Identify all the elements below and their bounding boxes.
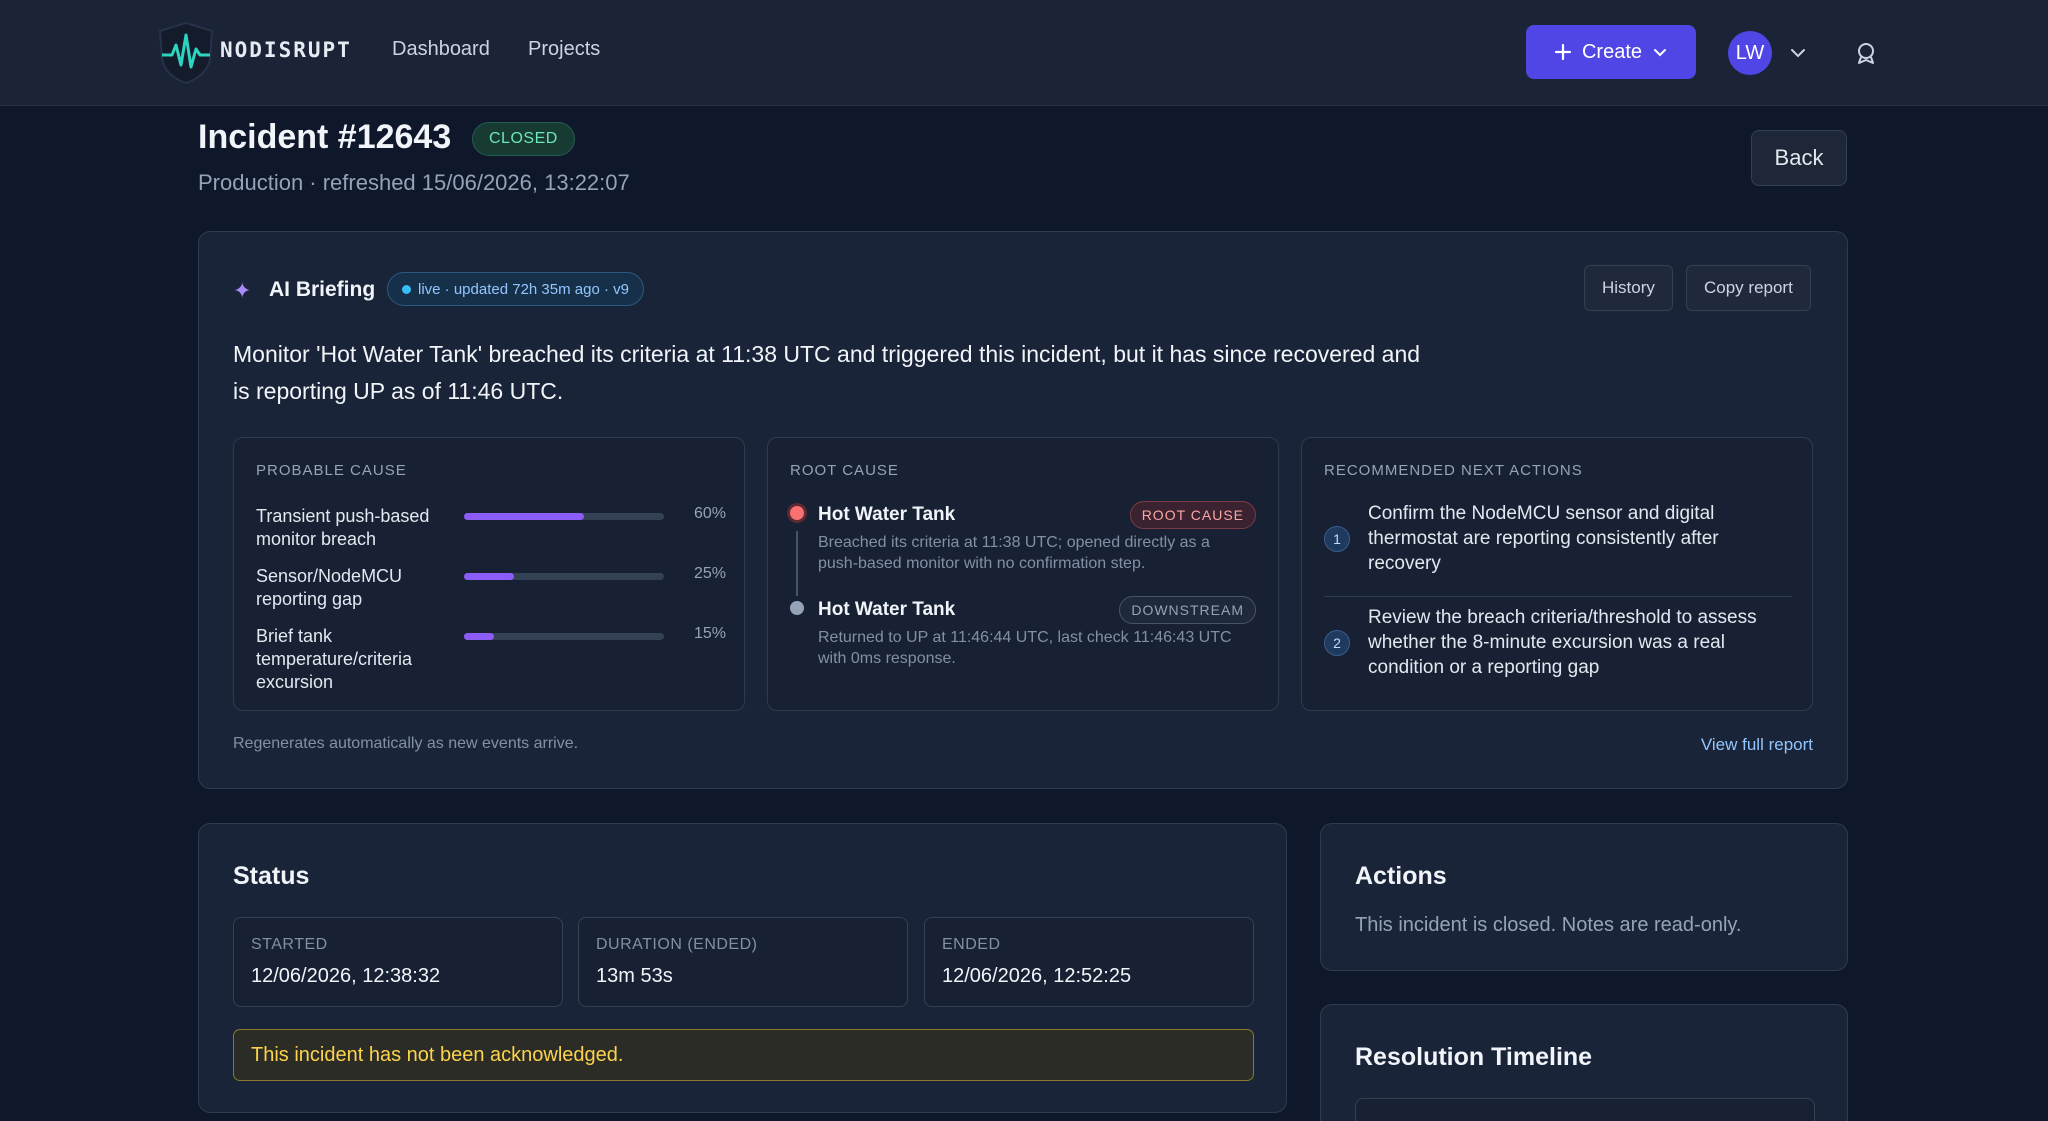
back-button[interactable]: Back (1751, 130, 1847, 186)
status-title: Status (233, 862, 310, 890)
divider (1324, 596, 1792, 597)
probability-percent: 60% (693, 505, 726, 522)
briefing-title: AI Briefing (269, 278, 376, 301)
timeline-entry (1355, 1098, 1815, 1121)
cause-text: Transient push-based monitor breach (256, 506, 430, 549)
create-button-label: Create (1581, 40, 1643, 63)
stat-value: 12/06/2026, 12:52:25 (942, 965, 1132, 987)
status-card: Status STARTED 12/06/2026, 12:38:32 DURA… (198, 823, 1287, 1113)
ai-briefing-card: ✦ AI Briefing live · updated 72h 35m ago… (198, 231, 1848, 789)
duration-stat: DURATION (ENDED) 13m 53s (578, 917, 908, 1007)
probability-percent: 15% (693, 625, 726, 642)
downstream-dot (790, 601, 804, 615)
ended-stat: ENDED 12/06/2026, 12:52:25 (924, 917, 1254, 1007)
sparkle-icon: ✦ (233, 278, 252, 303)
stat-value: 13m 53s (596, 965, 673, 987)
cause-text: Sensor/NodeMCU reporting gap (256, 566, 403, 609)
briefing-summary: Monitor 'Hot Water Tank' breached its cr… (233, 341, 1421, 404)
status-badge: CLOSED (472, 122, 575, 156)
create-button[interactable]: Create (1526, 25, 1696, 79)
next-actions-label: RECOMMENDED NEXT ACTIONS (1324, 462, 1583, 479)
acknowledgement-warning: This incident has not been acknowledged. (233, 1029, 1254, 1081)
downstream-description: Returned to UP at 11:46:44 UTC, last che… (818, 629, 1232, 667)
root-cause-badge: ROOT CAUSE (1129, 501, 1256, 529)
support-icon[interactable] (1853, 40, 1879, 66)
nav-link-dashboard[interactable]: Dashboard (392, 38, 490, 61)
probability-bar (464, 633, 664, 640)
regeneration-note: Regenerates automatically as new events … (233, 735, 579, 752)
live-status-pill: live · updated 72h 35m ago · v9 (387, 272, 644, 306)
probability-bar-fill (464, 573, 514, 580)
top-navigation-bar: NODISRUPT Dashboard Projects Create LW (0, 0, 2048, 106)
brand-name: NODISRUPT (220, 38, 352, 62)
next-action-text: Confirm the NodeMCU sensor and digital t… (1368, 503, 1719, 574)
root-cause-description: Breached its criteria at 11:38 UTC; open… (818, 534, 1210, 572)
probable-cause-panel: PROBABLE CAUSE Transient push-based moni… (233, 437, 745, 711)
live-indicator-dot (402, 285, 411, 294)
root-cause-dot (790, 506, 804, 520)
live-status-text: live · updated 72h 35m ago · v9 (418, 280, 629, 298)
stat-label: STARTED (251, 936, 328, 953)
plus-icon (1554, 43, 1572, 61)
root-cause-label: ROOT CAUSE (790, 462, 899, 479)
probability-bar (464, 573, 664, 580)
account-menu-chevron-down-icon[interactable] (1788, 43, 1808, 63)
step-number: 2 (1324, 630, 1350, 656)
downstream-badge: DOWNSTREAM (1119, 596, 1256, 624)
probability-bar (464, 513, 664, 520)
probability-bar-fill (464, 633, 494, 640)
cause-text: Brief tank temperature/criteria excursio… (256, 626, 413, 692)
actions-title: Actions (1355, 862, 1447, 890)
root-cause-monitor-name[interactable]: Hot Water Tank (818, 504, 955, 526)
root-cause-connector-line (796, 531, 798, 596)
probability-percent: 25% (693, 565, 726, 582)
actions-card: Actions This incident is closed. Notes a… (1320, 823, 1848, 971)
probable-cause-label: PROBABLE CAUSE (256, 462, 407, 479)
root-cause-panel: ROOT CAUSE Hot Water Tank ROOT CAUSE Bre… (767, 437, 1279, 711)
started-stat: STARTED 12/06/2026, 12:38:32 (233, 917, 563, 1007)
stat-label: ENDED (942, 936, 1001, 953)
step-number: 1 (1324, 526, 1350, 552)
downstream-monitor-name[interactable]: Hot Water Tank (818, 599, 955, 621)
next-action-text: Review the breach criteria/threshold to … (1368, 607, 1757, 678)
chevron-down-icon (1654, 49, 1667, 57)
nav-link-projects[interactable]: Projects (528, 38, 600, 61)
next-actions-panel: RECOMMENDED NEXT ACTIONS 1 Confirm the N… (1301, 437, 1813, 711)
actions-readonly-note: This incident is closed. Notes are read-… (1355, 914, 1742, 936)
stat-label: DURATION (ENDED) (596, 936, 758, 953)
shield-pulse-logo-icon[interactable] (156, 21, 216, 85)
user-avatar[interactable]: LW (1728, 31, 1772, 75)
stat-value: 12/06/2026, 12:38:32 (251, 965, 441, 987)
resolution-timeline-card: Resolution Timeline (1320, 1004, 1848, 1121)
view-full-report-link[interactable]: View full report (1701, 735, 1813, 755)
copy-report-button[interactable]: Copy report (1686, 265, 1811, 311)
page-subtitle: Production · refreshed 15/06/2026, 13:22… (198, 170, 630, 195)
probability-bar-fill (464, 513, 584, 520)
resolution-timeline-title: Resolution Timeline (1355, 1043, 1593, 1071)
history-button[interactable]: History (1584, 265, 1673, 311)
page-title: Incident #12643 (198, 118, 452, 156)
